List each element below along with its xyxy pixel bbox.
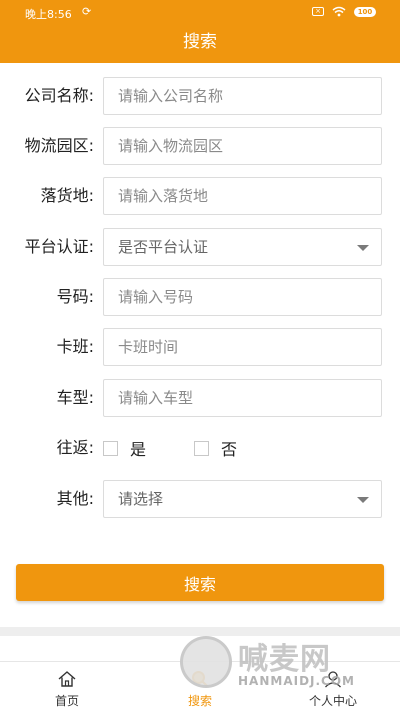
dropdown-arrow-icon — [357, 245, 369, 251]
number-field-box[interactable] — [103, 278, 382, 316]
page-title: 搜索 — [183, 32, 217, 52]
status-time: 晚上8:56 — [25, 8, 72, 21]
app-header: 晚上8:56 ⟳ × 100 搜索 — [0, 0, 400, 63]
certification-select-value: 是否平台认证 — [118, 238, 209, 256]
park-field-box[interactable] — [103, 127, 382, 165]
other-select-value: 请选择 — [118, 490, 164, 508]
vehicle-field-box[interactable] — [103, 379, 382, 417]
number-row: 号码: — [0, 278, 400, 316]
vehicle-label: 车型: — [56, 388, 94, 407]
vehicle-type-input[interactable] — [104, 380, 381, 416]
round-trip-yes-label: 是 — [130, 440, 147, 459]
company-label: 公司名称: — [24, 86, 94, 105]
certification-select[interactable]: 是否平台认证 — [103, 228, 382, 266]
wifi-icon — [332, 6, 346, 17]
checkbox-no[interactable] — [194, 440, 210, 456]
status-bar: 晚上8:56 ⟳ × 100 — [0, 0, 400, 26]
company-row: 公司名称: — [0, 77, 400, 115]
number-label: 号码: — [56, 287, 94, 306]
watermark-logo: 喊麦网 HANMAIDJ.COM — [180, 634, 390, 696]
dropdown-arrow-icon — [357, 497, 369, 503]
certification-row: 平台认证: 是否平台认证 — [0, 228, 400, 266]
destination-label: 落货地: — [40, 186, 94, 205]
destination-field-box[interactable] — [103, 177, 382, 215]
logistics-park-input[interactable] — [104, 128, 381, 164]
battery-icon: 100 — [354, 6, 376, 17]
other-row: 其他: 请选择 — [0, 480, 400, 518]
round-trip-row: 往返: 是 否 — [0, 429, 400, 467]
park-label: 物流园区: — [24, 136, 94, 155]
search-button[interactable]: 搜索 — [16, 564, 384, 601]
watermark-text: 喊麦网 — [238, 642, 331, 677]
shift-time-input[interactable] — [104, 329, 381, 365]
sync-icon: ⟳ — [82, 5, 92, 18]
home-icon — [58, 671, 76, 687]
round-trip-label: 往返: — [56, 438, 94, 457]
certification-label: 平台认证: — [24, 237, 94, 256]
other-select[interactable]: 请选择 — [103, 480, 382, 518]
shift-row: 卡班: — [0, 328, 400, 366]
round-trip-no-option[interactable]: 否 — [194, 436, 237, 460]
watermark-subtext: HANMAIDJ.COM — [238, 674, 355, 688]
company-field-box[interactable] — [103, 77, 382, 115]
other-label: 其他: — [56, 489, 94, 508]
round-trip-options: 是 否 — [103, 429, 285, 467]
park-row: 物流园区: — [0, 127, 400, 165]
watermark-emblem-icon — [180, 636, 232, 688]
nav-item-home[interactable]: 首页 — [2, 662, 132, 711]
round-trip-yes-option[interactable]: 是 — [103, 436, 146, 460]
destination-row: 落货地: — [0, 177, 400, 215]
number-input[interactable] — [104, 279, 381, 315]
vehicle-row: 车型: — [0, 379, 400, 417]
sim-icon: × — [312, 7, 324, 16]
checkbox-yes[interactable] — [103, 440, 118, 456]
destination-input[interactable] — [104, 178, 381, 214]
nav-label-home: 首页 — [54, 694, 79, 708]
shift-field-box[interactable] — [103, 328, 382, 366]
shift-label: 卡班: — [56, 337, 94, 356]
round-trip-no-label: 否 — [221, 440, 238, 459]
company-name-input[interactable] — [104, 78, 381, 114]
